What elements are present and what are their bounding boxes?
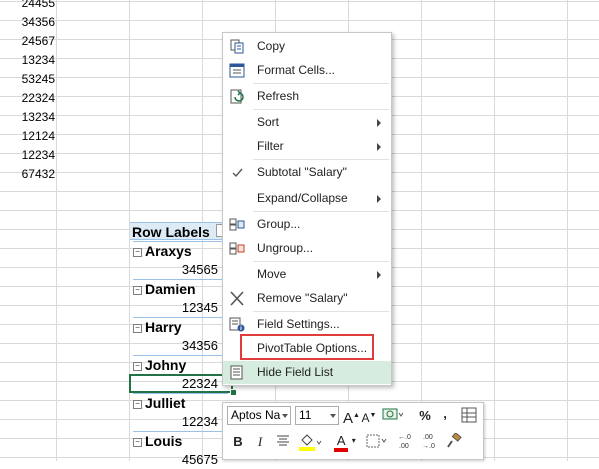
cell-value[interactable]: 13234 — [0, 108, 55, 127]
align-center-icon — [277, 435, 289, 446]
collapse-icon[interactable]: − — [133, 247, 142, 257]
collapse-icon[interactable]: − — [133, 399, 142, 409]
menu-item-remove-salary[interactable]: Remove "Salary" — [223, 287, 391, 310]
pivot-row-value[interactable]: 34565 — [160, 260, 218, 279]
font-color-button[interactable]: A ▾ — [331, 432, 359, 452]
remove-x-icon — [230, 291, 244, 306]
center-align-button[interactable] — [275, 434, 291, 452]
pivot-row-name[interactable]: − Johny — [133, 355, 228, 375]
collapse-icon[interactable]: − — [133, 285, 142, 295]
menu-separator — [253, 261, 389, 262]
submenu-arrow-icon — [377, 271, 381, 279]
comma-style-button[interactable]: , — [439, 405, 451, 423]
decrease-decimal-button[interactable]: .00 →.0 — [419, 432, 441, 450]
context-menu: Copy Format Cells... Refresh Sort Filter… — [222, 32, 392, 386]
selected-cell[interactable] — [129, 374, 233, 393]
menu-item-field-settings[interactable]: Field Settings... — [223, 313, 391, 336]
dropdown-arrow-icon — [282, 414, 288, 418]
menu-item-ungroup[interactable]: Ungroup... — [223, 237, 391, 260]
decrease-decimal-icon: .00→.0 — [422, 434, 435, 450]
field-list-icon — [230, 365, 243, 380]
collapse-icon[interactable]: − — [133, 323, 142, 333]
collapse-icon[interactable]: − — [133, 361, 142, 371]
font-name-combo[interactable]: Aptos Na — [227, 406, 291, 425]
cell-value[interactable]: 53245 — [0, 70, 55, 89]
paint-bucket-icon — [299, 434, 322, 451]
pivot-row-value[interactable]: 34356 — [160, 336, 218, 355]
menu-item-hide-field-list[interactable]: Hide Field List — [223, 361, 391, 384]
cell-value[interactable]: 24567 — [0, 32, 55, 51]
submenu-arrow-icon — [377, 143, 381, 151]
highlight-annotation — [240, 334, 374, 360]
pivot-row-name[interactable]: − Araxys — [133, 241, 228, 261]
menu-separator — [253, 159, 389, 160]
pivot-row-name[interactable]: − Harry — [133, 317, 228, 337]
dropdown-arrow-icon — [330, 414, 336, 418]
pivot-row-value[interactable]: 12345 — [160, 298, 218, 317]
svg-text:→.0: →.0 — [422, 443, 435, 450]
menu-item-move[interactable]: Move — [223, 263, 391, 286]
italic-button[interactable]: I — [253, 433, 267, 451]
ungroup-icon — [229, 242, 245, 255]
percent-style-button[interactable]: % — [417, 407, 433, 425]
font-color-letter: A — [334, 433, 349, 452]
mini-toolbar: Aptos Na 11 A▲ A▼ % , B I A ▾ ←.0.00 .00… — [222, 402, 484, 460]
menu-separator — [253, 211, 389, 212]
format-painter-button[interactable] — [445, 432, 463, 451]
menu-item-format-cells[interactable]: Format Cells... — [223, 59, 391, 82]
menu-item-sort[interactable]: Sort — [223, 111, 391, 134]
pivot-row-labels-header[interactable]: Row Labels — [130, 222, 228, 240]
increase-decimal-icon: ←.0.00 — [398, 434, 411, 450]
paintbrush-icon — [447, 432, 462, 448]
field-settings-icon — [229, 317, 245, 332]
refresh-icon — [230, 89, 244, 104]
svg-text:.00: .00 — [423, 434, 433, 441]
menu-separator — [253, 109, 389, 110]
format-cells-icon — [229, 63, 245, 78]
font-size-combo[interactable]: 11 — [295, 406, 339, 425]
cell-value[interactable]: 13234 — [0, 51, 55, 70]
pivot-row-name[interactable]: − Louis — [133, 431, 228, 451]
menu-item-group[interactable]: Group... — [223, 213, 391, 236]
svg-text:←.0: ←.0 — [398, 434, 411, 441]
borders-button[interactable] — [365, 434, 389, 452]
currency-icon — [382, 408, 404, 420]
menu-separator — [253, 83, 389, 84]
menu-item-copy[interactable]: Copy — [223, 35, 391, 58]
pivot-row-name[interactable]: − Damien — [133, 279, 228, 299]
pivot-row-value[interactable]: 12234 — [160, 412, 218, 431]
cell-value[interactable]: 67432 — [0, 165, 55, 184]
group-icon — [229, 218, 245, 231]
menu-item-refresh[interactable]: Refresh — [223, 85, 391, 108]
cell-value[interactable]: 22324 — [0, 89, 55, 108]
fill-color-button[interactable] — [297, 432, 325, 451]
dropdown-arrow-icon: ▾ — [351, 436, 356, 445]
menu-item-expand-collapse[interactable]: Expand/Collapse — [223, 187, 391, 210]
submenu-arrow-icon — [377, 195, 381, 203]
cell-value[interactable]: 34356 — [0, 13, 55, 32]
submenu-arrow-icon — [377, 119, 381, 127]
pivot-row-value[interactable]: 45675 — [160, 450, 218, 469]
format-painter-table-button[interactable] — [459, 406, 479, 426]
menu-item-filter[interactable]: Filter — [223, 135, 391, 158]
bold-button[interactable]: B — [231, 433, 245, 451]
copy-icon — [230, 39, 244, 54]
fill-handle[interactable] — [230, 389, 237, 396]
shrink-font-button[interactable]: A▼ — [361, 407, 377, 425]
borders-icon — [366, 434, 387, 448]
increase-decimal-button[interactable]: ←.0.00 — [395, 432, 417, 450]
collapse-icon[interactable]: − — [133, 437, 142, 447]
svg-text:.00: .00 — [399, 443, 409, 450]
grow-font-button[interactable]: A▲ — [343, 407, 360, 427]
menu-item-subtotal[interactable]: Subtotal "Salary" — [223, 161, 391, 184]
cell-value[interactable]: 12234 — [0, 146, 55, 165]
cell-value[interactable]: 24455 — [0, 0, 55, 13]
menu-separator — [253, 311, 389, 312]
accounting-format-button[interactable] — [381, 407, 405, 425]
cell-value[interactable]: 12124 — [0, 127, 55, 146]
table-format-icon — [461, 407, 477, 423]
pivot-row-name[interactable]: − Julliet — [133, 393, 228, 413]
checkmark-icon — [232, 168, 243, 178]
